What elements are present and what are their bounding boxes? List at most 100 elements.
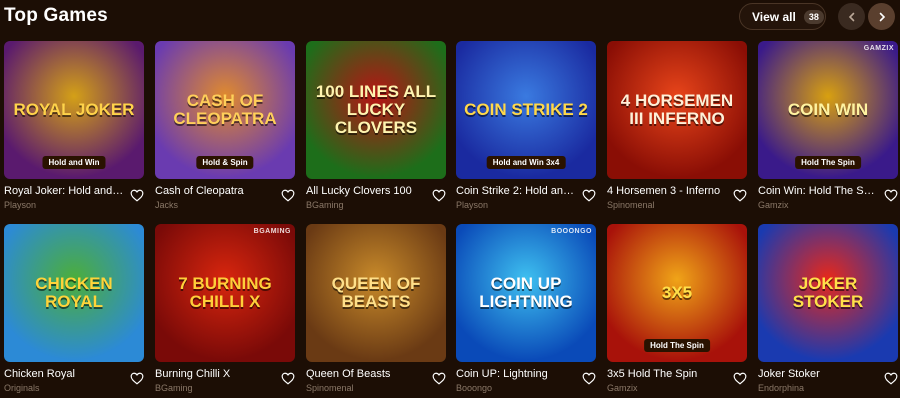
favorite-button[interactable] [130,189,144,202]
game-thumbnail[interactable]: Coin Up Lightning BOOONGO [456,224,596,362]
game-name[interactable]: Joker Stoker [758,368,878,380]
game-art-title: 100 Lines All Lucky Clovers [315,82,437,137]
provider-corner-logo: GAMZIX [863,45,894,52]
game-card[interactable]: 100 Lines All Lucky Clovers All Lucky Clo… [306,41,446,219]
game-art-badge: Hold The Spin [795,156,861,169]
game-thumbnail[interactable]: 7 Burning Chilli X BGAMING [155,224,295,362]
favorite-button[interactable] [884,189,898,202]
game-meta: Coin UP: Lightning Booongo [456,362,596,398]
game-art-title: 7 Burning Chilli X [178,274,272,311]
game-card[interactable]: Queen of Beasts Queen Of Beasts Spinomenal [306,224,446,398]
game-meta: 4 Horsemen 3 - Inferno Spinomenal [607,179,747,219]
game-meta: Chicken Royal Originals [4,362,144,398]
game-name[interactable]: Cash of Cleopatra [155,185,275,197]
heart-outline-icon [884,372,898,385]
heart-outline-icon [432,189,446,202]
game-thumbnail[interactable]: 100 Lines All Lucky Clovers [306,41,446,179]
game-card[interactable]: Coin Strike 2 Hold and Win 3x4 Coin Strike… [456,41,596,219]
favorite-button[interactable] [281,372,295,385]
game-card[interactable]: 3x5 Hold The Spin 3x5 Hold The Spin Gamzix [607,224,747,398]
game-name[interactable]: Coin UP: Lightning [456,368,576,380]
game-art-title: Chicken Royal [35,274,113,311]
game-thumbnail[interactable]: 3x5 Hold The Spin [607,224,747,362]
game-art-title: 4 Horsemen III Inferno [620,91,734,128]
game-provider: Jacks [155,200,179,210]
game-provider: Endorphina [758,383,805,393]
game-card[interactable]: Cash of Cleopatra Hold & Spin Cash of Cleo… [155,41,295,219]
chevron-right-icon [879,12,885,21]
game-card[interactable]: Coin Win Hold The Spin GAMZIX Coin Win: Hol… [758,41,898,219]
game-name[interactable]: 3x5 Hold The Spin [607,368,727,380]
provider-corner-logo: BOOONGO [551,228,592,235]
game-provider: Booongo [456,383,493,393]
heart-outline-icon [281,372,295,385]
game-card[interactable]: Royal Joker Hold and Win Royal Joker: Hold… [4,41,144,219]
game-thumbnail[interactable]: Coin Win Hold The Spin GAMZIX [758,41,898,179]
favorite-button[interactable] [884,372,898,385]
heart-outline-icon [733,189,747,202]
game-thumbnail[interactable]: Royal Joker Hold and Win [4,41,144,179]
game-provider: Gamzix [758,200,789,210]
favorite-button[interactable] [281,189,295,202]
game-art-badge: Hold and Win [42,156,106,169]
provider-corner-logo: BGAMING [253,228,291,235]
game-thumbnail[interactable]: Joker Stoker [758,224,898,362]
game-meta: Royal Joker: Hold and Win Playson [4,179,144,219]
game-name[interactable]: Royal Joker: Hold and Win [4,185,124,197]
game-art-badge: Hold and Win 3x4 [486,156,566,169]
game-provider: Playson [456,200,489,210]
game-art-title: Cash of Cleopatra [173,91,277,128]
game-art-title: 3x5 [661,283,693,303]
game-provider: Playson [4,200,37,210]
view-all-button[interactable]: View all 38 [739,3,826,30]
game-name[interactable]: Coin Win: Hold The Spin [758,185,878,197]
game-meta: Queen Of Beasts Spinomenal [306,362,446,398]
game-meta: Joker Stoker Endorphina [758,362,898,398]
carousel-next-button[interactable] [868,3,895,30]
game-provider: Originals [4,383,40,393]
game-thumbnail[interactable]: Cash of Cleopatra Hold & Spin [155,41,295,179]
section-header: Top Games View all 38 [0,0,900,34]
favorite-button[interactable] [582,189,596,202]
heart-outline-icon [281,189,295,202]
favorite-button[interactable] [432,189,446,202]
game-card[interactable]: Coin Up Lightning BOOONGO Coin UP: Lightni… [456,224,596,398]
favorite-button[interactable] [733,372,747,385]
game-meta: Cash of Cleopatra Jacks [155,179,295,219]
game-card[interactable]: 4 Horsemen III Inferno 4 Horsemen 3 - Inf… [607,41,747,219]
game-card[interactable]: 7 Burning Chilli X BGAMING Burning Chilli … [155,224,295,398]
game-art-title: Joker Stoker [792,274,864,311]
game-provider: Spinomenal [607,200,655,210]
favorite-button[interactable] [130,372,144,385]
game-thumbnail[interactable]: 4 Horsemen III Inferno [607,41,747,179]
game-art-title: Coin Up Lightning [479,274,573,311]
game-card[interactable]: Chicken Royal Chicken Royal Originals [4,224,144,398]
game-meta: Coin Strike 2: Hold and Win Playson [456,179,596,219]
carousel-prev-button[interactable] [838,3,865,30]
game-provider: Spinomenal [306,383,354,393]
section-title: Top Games [4,5,108,26]
game-thumbnail[interactable]: Coin Strike 2 Hold and Win 3x4 [456,41,596,179]
game-name[interactable]: Coin Strike 2: Hold and Win [456,185,576,197]
game-name[interactable]: Chicken Royal [4,368,124,380]
heart-outline-icon [582,372,596,385]
game-art-title: Coin Strike 2 [464,100,588,120]
game-card[interactable]: Joker Stoker Joker Stoker Endorphina [758,224,898,398]
game-provider: Gamzix [607,383,638,393]
game-meta: All Lucky Clovers 100 BGaming [306,179,446,219]
game-art-badge: Hold The Spin [644,339,710,352]
game-name[interactable]: All Lucky Clovers 100 [306,185,426,197]
game-name[interactable]: Burning Chilli X [155,368,275,380]
game-thumbnail[interactable]: Queen of Beasts [306,224,446,362]
game-provider: BGaming [306,200,344,210]
game-art-title: Royal Joker [13,100,135,120]
game-name[interactable]: 4 Horsemen 3 - Inferno [607,185,727,197]
favorite-button[interactable] [432,372,446,385]
heart-outline-icon [432,372,446,385]
favorite-button[interactable] [582,372,596,385]
game-provider: BGaming [155,383,193,393]
game-thumbnail[interactable]: Chicken Royal [4,224,144,362]
game-name[interactable]: Queen Of Beasts [306,368,426,380]
games-count-badge: 38 [803,9,824,24]
favorite-button[interactable] [733,189,747,202]
